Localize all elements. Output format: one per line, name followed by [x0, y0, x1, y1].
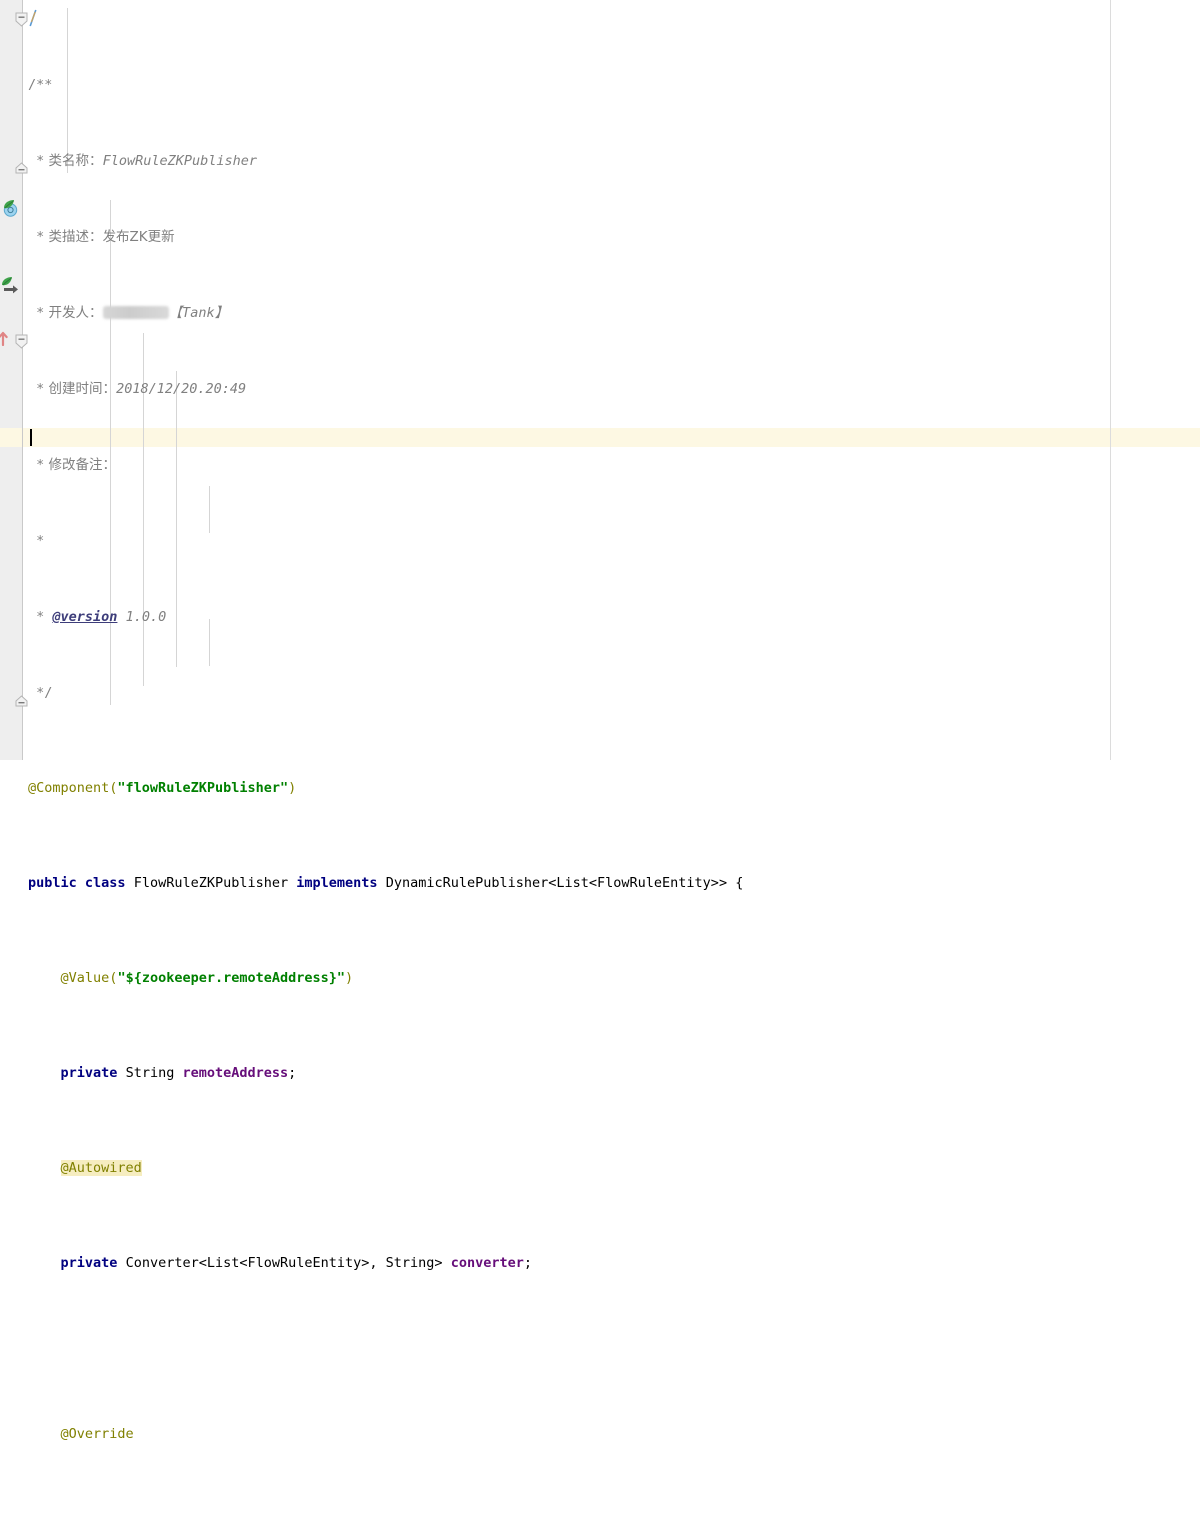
field-type: Converter<List<FlowRuleEntity>, String>	[125, 1255, 443, 1271]
code-line[interactable]: * 修改备注：	[0, 456, 1067, 475]
javadoc-label-classname: 类名称：	[44, 153, 103, 169]
field-type: String	[125, 1065, 175, 1081]
javadoc-label-classdesc: 类描述：	[44, 229, 103, 245]
annotation-override: @Override	[60, 1426, 134, 1442]
code-line[interactable]: * @version 1.0.0	[0, 608, 1067, 627]
code-line[interactable]: * 创建时间：2018/12/20.20:49	[0, 380, 1067, 399]
kw-class: class	[84, 875, 126, 891]
javadoc-star: *	[28, 609, 45, 625]
annotation-component: @Component	[28, 780, 110, 796]
code-line[interactable]: private String remoteAddress;	[0, 1064, 1067, 1083]
semicolon: ;	[523, 1255, 532, 1271]
javadoc-value-createtime: 2018/12/20.20:49	[116, 381, 247, 397]
code-line[interactable]: @Autowired	[0, 1159, 1067, 1178]
javadoc-star: *	[28, 457, 45, 473]
code-line-blank[interactable]	[0, 1330, 1067, 1349]
javadoc-star: *	[28, 381, 45, 397]
code-line[interactable]: *	[0, 532, 1067, 551]
annotation-component-arg: "flowRuleZKPublisher"	[117, 780, 289, 796]
redacted-developer-name	[102, 306, 169, 319]
code-line[interactable]: public class FlowRuleZKPublisher impleme…	[0, 874, 1067, 893]
kw-private: private	[60, 1065, 118, 1081]
javadoc-value-developer: 【Tank】	[168, 305, 229, 321]
kw-implements: implements	[296, 875, 378, 891]
javadoc-star: *	[28, 533, 45, 549]
code-line[interactable]: */	[0, 684, 1067, 703]
code-line[interactable]: @Component("flowRuleZKPublisher")	[0, 779, 1067, 798]
code-line[interactable]: * 类描述：发布ZK更新	[0, 228, 1067, 247]
javadoc-label-developer: 开发人：	[44, 305, 103, 321]
annotation-value-arg: "${zookeeper.remoteAddress}"	[117, 970, 346, 986]
code-content[interactable]: /** * 类名称：FlowRuleZKPublisher * 类描述：发布ZK…	[0, 0, 1067, 1520]
code-line[interactable]: @Value("${zookeeper.remoteAddress}")	[0, 969, 1067, 988]
field-name-converter: converter	[450, 1255, 524, 1271]
javadoc-version-value: 1.0.0	[125, 609, 167, 625]
right-margin-guide	[1110, 0, 1111, 760]
code-line[interactable]: * 开发人： 【Tank】	[0, 304, 1067, 323]
javadoc-version-tag: @version	[52, 609, 118, 625]
javadoc-star: *	[28, 305, 45, 321]
field-name-remoteaddress: remoteAddress	[182, 1065, 289, 1081]
annotation-autowired: @Autowired	[60, 1160, 142, 1176]
code-line[interactable]: @Override	[0, 1425, 1067, 1444]
code-editor[interactable]: /** * 类名称：FlowRuleZKPublisher * 类描述：发布ZK…	[0, 0, 1200, 1442]
code-line[interactable]: /**	[0, 76, 1067, 95]
javadoc-value-classdesc: 发布ZK更新	[102, 229, 175, 245]
class-name: FlowRuleZKPublisher	[133, 875, 289, 891]
text-caret	[30, 429, 32, 446]
semicolon: ;	[288, 1065, 297, 1081]
javadoc-label-createtime: 创建时间：	[44, 381, 117, 397]
code-line[interactable]: * 类名称：FlowRuleZKPublisher	[0, 152, 1067, 171]
javadoc-close: */	[28, 685, 53, 701]
javadoc-star: *	[28, 229, 45, 245]
javadoc-value-classname: FlowRuleZKPublisher	[102, 153, 257, 169]
code-line[interactable]: private Converter<List<FlowRuleEntity>, …	[0, 1254, 1067, 1273]
javadoc-star: *	[28, 153, 45, 169]
implemented-interface: DynamicRulePublisher<List<FlowRuleEntity…	[385, 875, 744, 891]
kw-private: private	[60, 1255, 118, 1271]
annotation-value: @Value	[60, 970, 110, 986]
javadoc-label-remark: 修改备注：	[44, 457, 117, 473]
kw-public: public	[28, 875, 77, 891]
javadoc-open: /**	[28, 77, 53, 93]
